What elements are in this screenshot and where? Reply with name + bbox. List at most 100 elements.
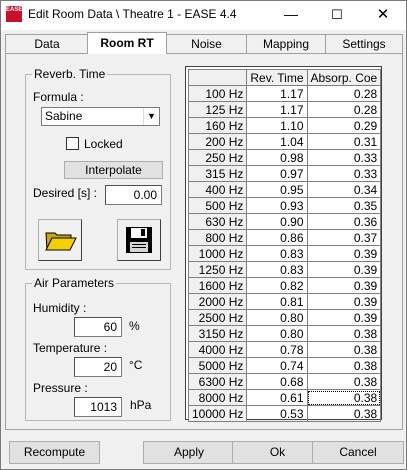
table-row[interactable]: 400 Hz 0.95 0.34: [187, 181, 382, 198]
frequency-cell: 400 Hz: [187, 181, 248, 198]
cancel-button[interactable]: Cancel: [312, 441, 404, 464]
rev-time-cell[interactable]: 0.68: [246, 373, 308, 390]
absorp-coef-cell[interactable]: 0.38: [306, 341, 382, 358]
absorp-coef-cell[interactable]: 0.28: [306, 85, 382, 102]
rev-time-cell[interactable]: 0.86: [246, 229, 308, 246]
rev-time-cell[interactable]: 0.95: [246, 181, 308, 198]
frequency-cell: 10000 Hz: [187, 405, 248, 422]
absorp-coef-cell[interactable]: 0.39: [306, 245, 382, 262]
table-row[interactable]: 5000 Hz 0.74 0.38: [187, 357, 382, 374]
absorp-coef-cell[interactable]: 0.38: [306, 357, 382, 374]
rev-time-cell[interactable]: 0.97: [246, 165, 308, 182]
absorp-coef-cell[interactable]: 0.31: [306, 133, 382, 150]
humidity-input[interactable]: 60: [74, 317, 122, 337]
absorp-coef-cell[interactable]: 0.38: [306, 325, 382, 342]
recompute-button[interactable]: Recompute: [9, 441, 100, 464]
table-row[interactable]: 1000 Hz 0.83 0.39: [187, 245, 382, 262]
tab-noise[interactable]: Noise: [166, 34, 247, 54]
table-row[interactable]: 250 Hz 0.98 0.33: [187, 149, 382, 166]
title-bar[interactable]: EASE Edit Room Data \ Theatre 1 - EASE 4…: [1, 1, 406, 30]
table-row[interactable]: 160 Hz 1.10 0.29: [187, 117, 382, 134]
absorp-coef-cell[interactable]: 0.33: [306, 149, 382, 166]
rev-time-cell[interactable]: 0.82: [246, 277, 308, 294]
rev-time-cell[interactable]: 0.83: [246, 245, 308, 262]
table-row[interactable]: 1600 Hz 0.82 0.39: [187, 277, 382, 294]
absorp-coef-cell[interactable]: 0.38: [306, 373, 382, 390]
ease-app-icon: EASE: [6, 6, 22, 22]
rev-time-cell[interactable]: 0.61: [246, 389, 308, 406]
absorp-coef-cell[interactable]: 0.38: [306, 389, 382, 406]
rt-table[interactable]: Rev. Time Absorp. Coe 100 Hz 1.17 0.28 125 …: [187, 69, 382, 422]
save-file-button[interactable]: [117, 219, 161, 261]
absorp-coef-cell[interactable]: 0.38: [306, 405, 382, 422]
rev-time-cell[interactable]: 0.81: [246, 293, 308, 310]
rev-time-cell[interactable]: 1.17: [246, 85, 308, 102]
rev-time-cell[interactable]: 0.80: [246, 325, 308, 342]
rev-time-cell[interactable]: 1.17: [246, 101, 308, 118]
table-row[interactable]: 8000 Hz 0.61 0.38: [187, 389, 382, 406]
rev-time-cell[interactable]: 1.04: [246, 133, 308, 150]
column-header-absorp-coef[interactable]: Absorp. Coe: [306, 69, 382, 86]
absorp-coef-cell[interactable]: 0.35: [306, 197, 382, 214]
absorp-coef-cell[interactable]: 0.39: [306, 261, 382, 278]
table-row[interactable]: 800 Hz 0.86 0.37: [187, 229, 382, 246]
close-icon[interactable]: ✕: [360, 1, 406, 30]
maximize-icon[interactable]: ☐: [314, 1, 360, 30]
absorp-coef-cell[interactable]: 0.39: [306, 277, 382, 294]
frequency-cell: 1600 Hz: [187, 277, 248, 294]
table-row[interactable]: 6300 Hz 0.68 0.38: [187, 373, 382, 390]
table-header-row: Rev. Time Absorp. Coe: [187, 69, 382, 86]
rev-time-cell[interactable]: 0.83: [246, 261, 308, 278]
table-row[interactable]: 1250 Hz 0.83 0.39: [187, 261, 382, 278]
tab-room-rt[interactable]: Room RT: [87, 32, 167, 54]
table-row[interactable]: 125 Hz 1.17 0.28: [187, 101, 382, 118]
rt-data-grid[interactable]: Rev. Time Absorp. Coe 100 Hz 1.17 0.28 125 …: [185, 66, 382, 422]
locked-checkbox[interactable]: [66, 137, 79, 150]
rev-time-cell[interactable]: 0.53: [246, 405, 308, 422]
rev-time-cell[interactable]: 0.80: [246, 309, 308, 326]
pressure-input[interactable]: 1013: [74, 397, 122, 417]
table-row[interactable]: 2500 Hz 0.80 0.39: [187, 309, 382, 326]
rev-time-cell[interactable]: 0.93: [246, 197, 308, 214]
rev-time-cell[interactable]: 0.74: [246, 357, 308, 374]
table-row[interactable]: 3150 Hz 0.80 0.38: [187, 325, 382, 342]
chevron-down-icon[interactable]: ▼: [143, 108, 159, 125]
rev-time-cell[interactable]: 1.10: [246, 117, 308, 134]
absorp-coef-cell[interactable]: 0.33: [306, 165, 382, 182]
window-title: Edit Room Data \ Theatre 1 - EASE 4.4: [28, 7, 237, 21]
temperature-input[interactable]: 20: [74, 357, 122, 377]
rev-time-cell[interactable]: 0.90: [246, 213, 308, 230]
desired-rt-input[interactable]: 0.00: [105, 185, 162, 205]
column-header-rev-time[interactable]: Rev. Time: [246, 69, 308, 86]
absorp-coef-cell[interactable]: 0.28: [306, 101, 382, 118]
absorp-coef-cell[interactable]: 0.36: [306, 213, 382, 230]
interpolate-button[interactable]: Interpolate: [64, 161, 163, 179]
rev-time-cell[interactable]: 0.98: [246, 149, 308, 166]
absorp-coef-cell[interactable]: 0.37: [306, 229, 382, 246]
frequency-cell: 500 Hz: [187, 197, 248, 214]
tab-mapping[interactable]: Mapping: [246, 34, 326, 54]
apply-button[interactable]: Apply: [143, 441, 235, 464]
ok-button[interactable]: Ok: [232, 441, 323, 464]
frequency-cell: 3150 Hz: [187, 325, 248, 342]
table-row[interactable]: 200 Hz 1.04 0.31: [187, 133, 382, 150]
minimize-icon[interactable]: —: [268, 1, 314, 30]
table-row[interactable]: 100 Hz 1.17 0.28: [187, 85, 382, 102]
rev-time-cell[interactable]: 0.78: [246, 341, 308, 358]
floppy-disk-icon: [126, 227, 152, 253]
frequency-cell: 5000 Hz: [187, 357, 248, 374]
table-row[interactable]: 500 Hz 0.93 0.35: [187, 197, 382, 214]
tab-data[interactable]: Data: [5, 34, 89, 54]
formula-select[interactable]: Sabine ▼: [41, 107, 160, 126]
table-row[interactable]: 10000 Hz 0.53 0.38: [187, 405, 382, 422]
table-row[interactable]: 4000 Hz 0.78 0.38: [187, 341, 382, 358]
tab-settings[interactable]: Settings: [325, 34, 403, 54]
absorp-coef-cell[interactable]: 0.29: [306, 117, 382, 134]
absorp-coef-cell[interactable]: 0.34: [306, 181, 382, 198]
table-row[interactable]: 630 Hz 0.90 0.36: [187, 213, 382, 230]
open-file-button[interactable]: [38, 219, 82, 261]
table-row[interactable]: 2000 Hz 0.81 0.39: [187, 293, 382, 310]
table-row[interactable]: 315 Hz 0.97 0.33: [187, 165, 382, 182]
absorp-coef-cell[interactable]: 0.39: [306, 309, 382, 326]
absorp-coef-cell[interactable]: 0.39: [306, 293, 382, 310]
